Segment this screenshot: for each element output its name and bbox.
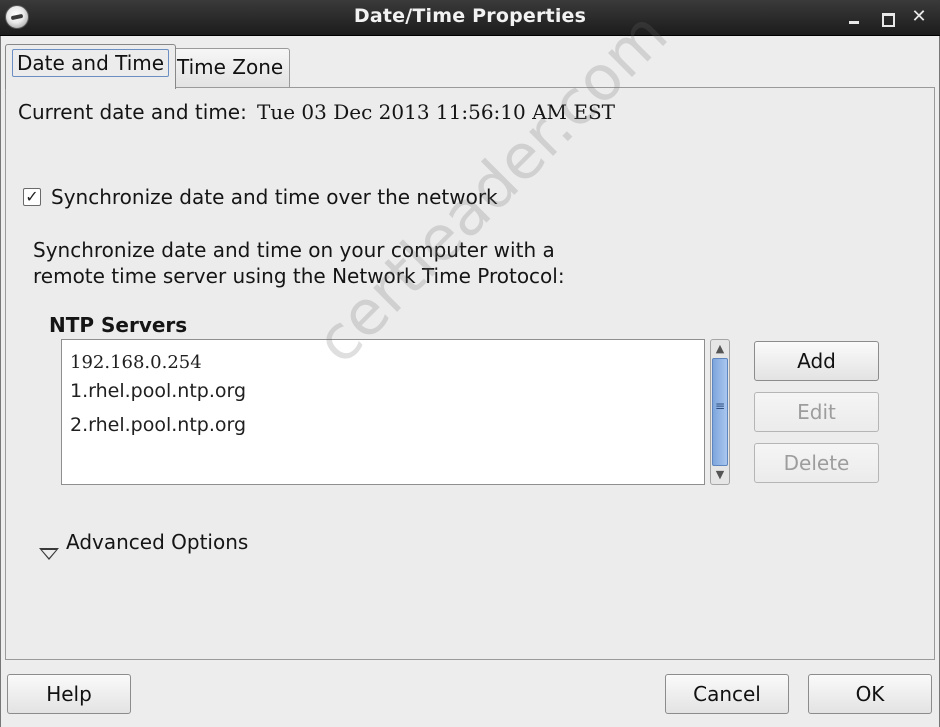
current-date-time-value: Tue 03 Dec 2013 11:56:10 AM EST: [257, 100, 616, 124]
add-server-button[interactable]: Add: [754, 341, 879, 381]
tab-date-and-time[interactable]: Date and Time: [5, 44, 177, 89]
delete-server-button[interactable]: Delete: [754, 443, 879, 483]
cancel-button[interactable]: Cancel: [665, 674, 789, 714]
minimize-icon[interactable]: [843, 6, 865, 28]
ntp-servers-list[interactable]: 192.168.0.254 1.rhel.pool.ntp.org 2.rhel…: [61, 339, 705, 485]
tab-time-zone[interactable]: Time Zone: [170, 48, 291, 88]
ntp-description-line-1: Synchronize date and time on your comput…: [33, 238, 555, 262]
dialog-button-bar: Help Cancel OK: [1, 660, 939, 727]
sync-network-checkbox[interactable]: ✓: [23, 188, 41, 206]
ntp-servers-heading: NTP Servers: [49, 313, 188, 337]
scroll-up-icon[interactable]: ▲: [711, 340, 729, 358]
maximize-icon[interactable]: [876, 6, 898, 28]
title-bar: Date/Time Properties ✕: [0, 0, 940, 36]
scroll-thumb[interactable]: [712, 358, 728, 466]
list-item[interactable]: 2.rhel.pool.ntp.org: [70, 414, 246, 436]
expander-triangle-icon[interactable]: [39, 548, 59, 560]
ok-button[interactable]: OK: [808, 674, 932, 714]
edit-server-button[interactable]: Edit: [754, 392, 879, 432]
close-icon[interactable]: ✕: [908, 6, 930, 28]
advanced-options-expander[interactable]: Advanced Options: [66, 530, 248, 554]
list-item[interactable]: 1.rhel.pool.ntp.org: [70, 380, 246, 402]
scroll-down-icon[interactable]: ▼: [711, 466, 729, 484]
ntp-description-line-2: remote time server using the Network Tim…: [33, 264, 565, 288]
date-time-panel: Current date and time: Tue 03 Dec 2013 1…: [5, 87, 935, 660]
dialog-window: Date and Time Time Zone Current date and…: [0, 0, 940, 727]
window-title: Date/Time Properties: [353, 5, 587, 27]
current-date-time-label: Current date and time:: [18, 100, 247, 124]
ntp-list-scrollbar[interactable]: ▲ ▼: [710, 339, 730, 485]
sync-network-label[interactable]: Synchronize date and time over the netwo…: [51, 185, 498, 209]
help-button[interactable]: Help: [7, 674, 131, 714]
tab-date-and-time-label: Date and Time: [12, 49, 170, 77]
list-item[interactable]: 192.168.0.254: [70, 352, 202, 373]
